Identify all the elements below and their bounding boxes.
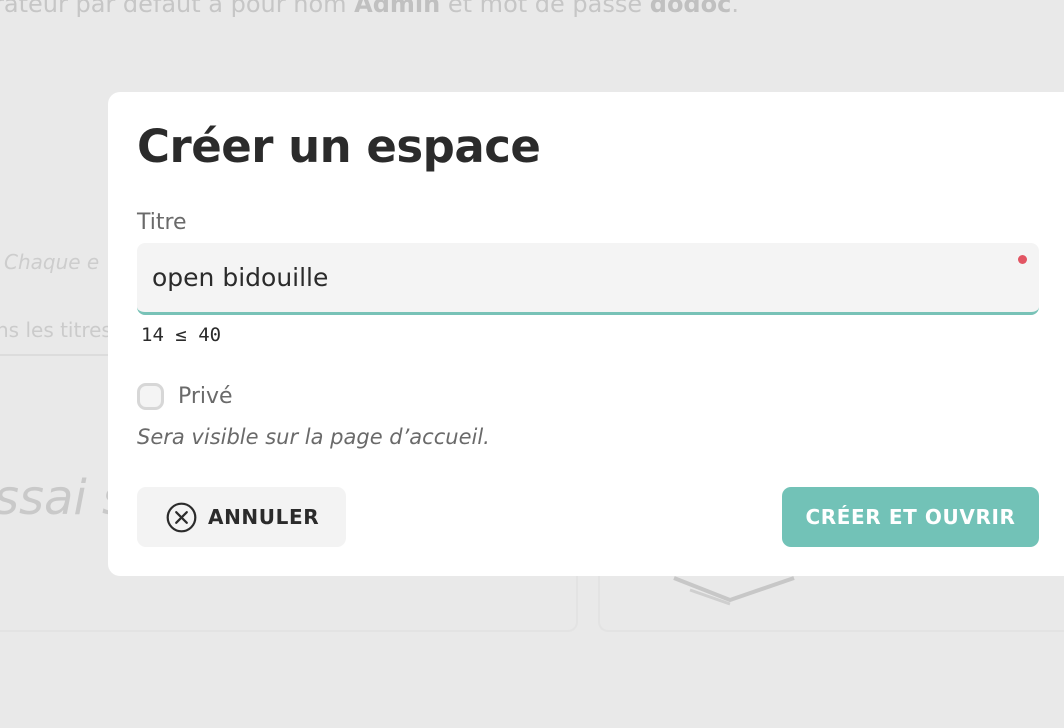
intro-middle: et mot de passe bbox=[440, 0, 650, 18]
private-description: Sera visible sur la page d’accueil. bbox=[137, 425, 490, 449]
dodoc-logo-icon bbox=[673, 576, 795, 606]
create-and-open-button[interactable]: CRÉER ET OUVRIR bbox=[782, 487, 1039, 547]
private-checkbox[interactable] bbox=[137, 383, 164, 410]
intro-password: dodoc bbox=[649, 0, 732, 18]
intro-admin-name: Admin bbox=[354, 0, 441, 18]
cancel-button[interactable]: ANNULER bbox=[137, 487, 346, 547]
title-field bbox=[137, 243, 1039, 315]
background-hint-text: Chaque e bbox=[4, 250, 100, 274]
background-intro-text: rateur par défaut a pour nom Admin et mo… bbox=[0, 0, 739, 18]
title-field-label: Titre bbox=[137, 210, 187, 235]
background-filter-underline bbox=[0, 354, 108, 356]
close-circle-icon bbox=[166, 502, 197, 533]
intro-suffix: . bbox=[731, 0, 739, 18]
create-space-dialog: Créer un espace Titre 14 ≤ 40 Privé Sera… bbox=[108, 92, 1064, 576]
cancel-button-label: ANNULER bbox=[208, 505, 320, 529]
intro-prefix: rateur par défaut a pour nom bbox=[0, 0, 355, 18]
private-toggle-row[interactable]: Privé bbox=[137, 383, 233, 410]
private-label[interactable]: Privé bbox=[178, 384, 233, 409]
background-filter-input: ns les titres bbox=[0, 318, 112, 342]
title-char-counter: 14 ≤ 40 bbox=[141, 324, 222, 346]
title-input[interactable] bbox=[152, 259, 1002, 295]
dialog-title: Créer un espace bbox=[137, 120, 541, 173]
required-indicator-dot bbox=[1018, 255, 1027, 264]
create-button-label: CRÉER ET OUVRIR bbox=[805, 505, 1016, 529]
